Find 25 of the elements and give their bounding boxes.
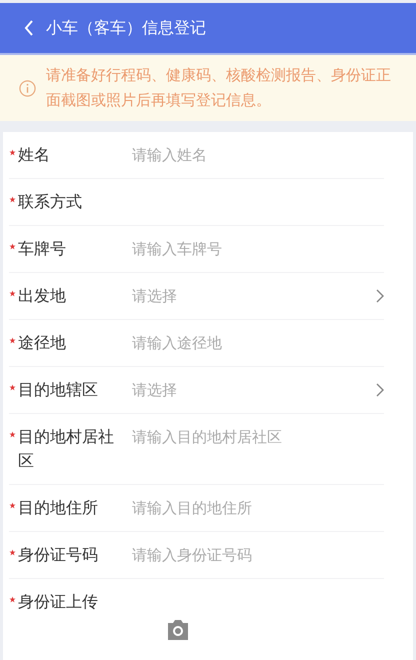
field-label: 身份证号码 (18, 544, 99, 566)
camera-icon[interactable] (166, 619, 190, 641)
page-title: 小车（客车）信息登记 (46, 18, 206, 38)
select-field[interactable]: 请选择 (132, 284, 384, 308)
field-label: 姓名 (18, 144, 51, 166)
text-input-field[interactable]: 请输入姓名 (132, 143, 384, 167)
chevron-right-icon (376, 383, 384, 397)
field-label: 目的地辖区 (18, 379, 99, 401)
field-label: 车牌号 (18, 238, 67, 260)
info-icon (19, 80, 36, 96)
text-input-field[interactable]: 请输入途径地 (132, 331, 384, 355)
notice-text: 请准备好行程码、健康码、核酸检测报告、身份证正面截图或照片后再填写登记信息。 (46, 65, 392, 111)
text-input-field[interactable]: 请输入车牌号 (132, 237, 384, 261)
field-label: 目的地住所 (18, 497, 99, 519)
field-label: 联系方式 (18, 191, 83, 213)
back-icon[interactable] (24, 20, 34, 36)
field-label: 身份证上传 (18, 591, 99, 613)
field-label: 出发地 (18, 285, 67, 307)
text-input-field[interactable]: 请输入目的地村居社区 (132, 425, 384, 449)
text-input-field[interactable]: 请输入目的地住所 (132, 496, 384, 520)
text-input-field[interactable]: 请输入身份证号码 (132, 543, 384, 567)
chevron-right-icon (376, 289, 384, 303)
field-label: 目的地村居社区 (18, 426, 114, 472)
field-label: 途径地 (18, 332, 67, 354)
select-field[interactable]: 请选择 (132, 378, 384, 402)
